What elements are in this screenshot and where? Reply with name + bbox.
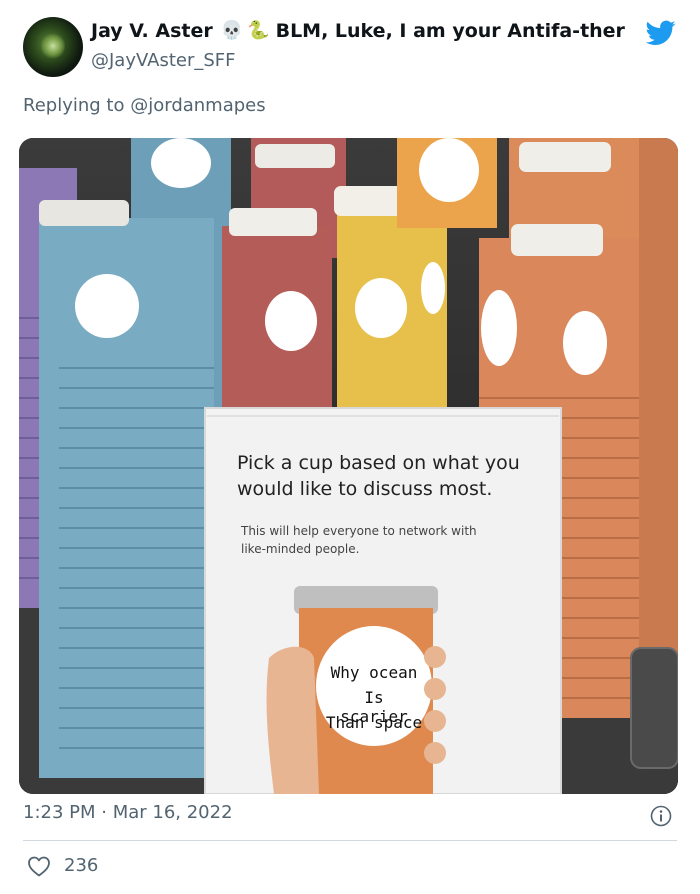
author-display-name[interactable]: Jay V. Aster [91, 20, 213, 42]
cup-text-line-3: Than space [325, 713, 423, 732]
reply-prefix: Replying to [23, 95, 125, 116]
skull-icon: 💀 [220, 20, 244, 41]
tweet-card: Jay V. Aster 💀 🐍 BLM, Luke, I am your An… [0, 0, 700, 894]
like-count[interactable]: 236 [64, 855, 98, 876]
sign-subtitle-1: This will help everyone to network with [241, 524, 477, 538]
twitter-bird-icon[interactable] [646, 20, 676, 46]
avatar[interactable] [23, 17, 83, 77]
blue-cup-stack-front [39, 200, 214, 778]
reply-mention-link[interactable]: @jordanmapes [130, 95, 265, 116]
sign-subtitle-2: like-minded people. [241, 542, 360, 556]
tweet-photo[interactable]: Pick a cup based on what you would like … [19, 138, 678, 794]
author-handle[interactable]: @JayVAster_SFF [91, 50, 236, 71]
sign-title: Pick a cup based on what you would like … [237, 452, 520, 500]
snake-icon: 🐍 [247, 20, 270, 41]
reply-context: Replying to @jordanmapes [23, 95, 266, 116]
divider [23, 840, 677, 841]
heart-icon[interactable] [27, 855, 51, 877]
tweet-timestamp[interactable]: 1:23 PM · Mar 16, 2022 [23, 802, 233, 823]
orange-cup-stack-back [397, 138, 497, 228]
info-icon[interactable] [650, 805, 672, 827]
cup-text-line-1: Why ocean [330, 663, 418, 682]
author-name-suffix[interactable]: BLM, Luke, I am your Antifa-ther [276, 20, 625, 42]
author-name-line[interactable]: Jay V. Aster 💀 🐍 BLM, Luke, I am your An… [91, 20, 625, 42]
